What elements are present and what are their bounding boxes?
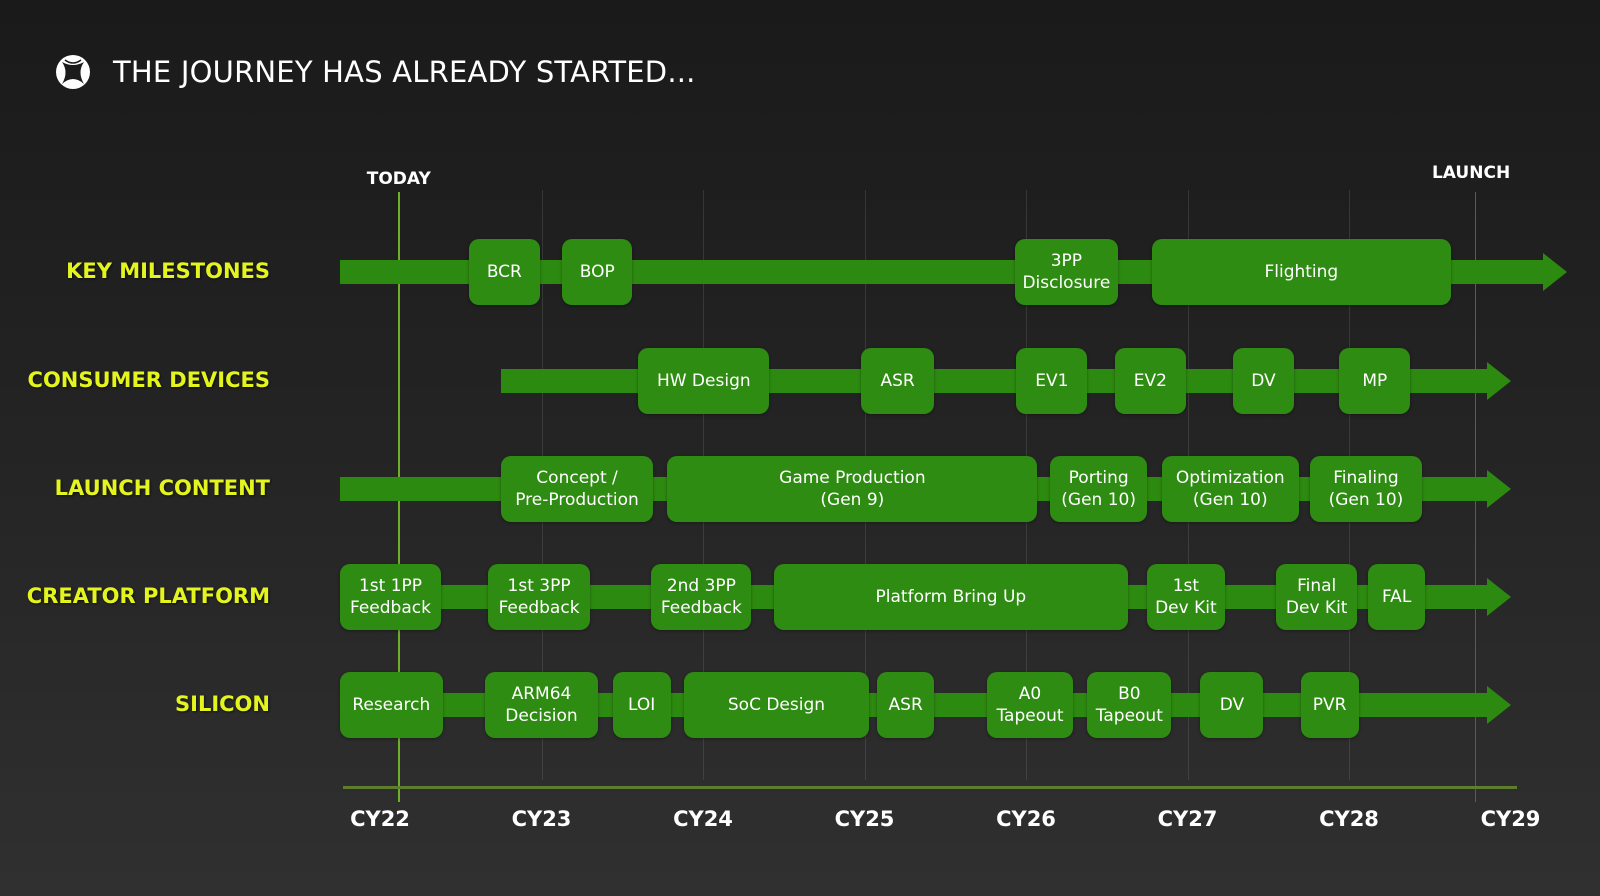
milestone-box: LOI	[612, 672, 671, 738]
lane-label: SILICON	[175, 692, 270, 716]
milestone-box: HW Design	[638, 348, 770, 414]
lane-label: CREATOR PLATFORM	[26, 584, 270, 608]
year-label: CY29	[1480, 807, 1541, 831]
lane-arrow-icon	[1486, 578, 1511, 616]
year-label: CY24	[673, 807, 733, 831]
lane-arrow-icon	[1486, 470, 1511, 508]
milestone-box: Platform Bring Up	[774, 564, 1128, 630]
milestone-box: MP	[1339, 348, 1411, 414]
milestone-box: BOP	[562, 239, 632, 305]
lane-label: KEY MILESTONES	[66, 259, 270, 283]
milestone-box: ASR	[877, 672, 934, 738]
milestone-box: EV1	[1016, 348, 1088, 414]
milestone-box: Finaling (Gen 10)	[1310, 456, 1422, 522]
header: THE JOURNEY HAS ALREADY STARTED...	[55, 52, 696, 92]
milestone-box: Optimization (Gen 10)	[1161, 456, 1299, 522]
lane-arrow-icon	[1486, 362, 1511, 400]
milestone-box: A0 Tapeout	[987, 672, 1073, 738]
year-label: CY28	[1319, 807, 1379, 831]
milestone-box: Game Production (Gen 9)	[667, 456, 1038, 522]
milestone-box: PVR	[1300, 672, 1359, 738]
milestone-box: 1st 1PP Feedback	[339, 564, 442, 630]
milestone-box: ASR	[861, 348, 934, 414]
lane-arrow-icon	[1486, 686, 1511, 724]
year-label: CY26	[996, 807, 1056, 831]
milestone-box: Final Dev Kit	[1276, 564, 1358, 630]
launch-marker-label: LAUNCH	[1431, 163, 1511, 183]
lane-arrow-icon	[1543, 253, 1568, 291]
milestone-box: DV	[1200, 672, 1264, 738]
milestone-box: SoC Design	[683, 672, 870, 738]
milestone-box: 3PP Disclosure	[1014, 239, 1119, 305]
milestone-box: 1st Dev Kit	[1147, 564, 1225, 630]
milestone-box: ARM64 Decision	[484, 672, 599, 738]
year-label: CY23	[511, 807, 572, 831]
lane-label: LAUNCH CONTENT	[54, 476, 270, 500]
milestone-box: EV2	[1114, 348, 1186, 414]
milestone-box: BCR	[468, 239, 540, 305]
year-label: CY22	[350, 807, 410, 831]
year-label: CY27	[1157, 807, 1218, 831]
milestone-box: FAL	[1368, 564, 1425, 630]
timeline-axis	[343, 786, 1517, 789]
milestone-box: B0 Tapeout	[1087, 672, 1172, 738]
page-title: THE JOURNEY HAS ALREADY STARTED...	[113, 55, 696, 89]
today-marker-label: TODAY	[366, 169, 431, 189]
lane-label: CONSUMER DEVICES	[27, 368, 270, 392]
milestone-box: 2nd 3PP Feedback	[651, 564, 752, 630]
milestone-box: Porting (Gen 10)	[1050, 456, 1148, 522]
year-label: CY25	[834, 807, 895, 831]
xbox-logo-icon	[56, 55, 90, 89]
milestone-box: Flighting	[1151, 239, 1451, 305]
milestone-box: Research	[339, 672, 443, 738]
milestone-box: DV	[1232, 348, 1295, 414]
milestone-box: Concept / Pre-Production	[501, 456, 653, 522]
milestone-box: 1st 3PP Feedback	[488, 564, 590, 630]
